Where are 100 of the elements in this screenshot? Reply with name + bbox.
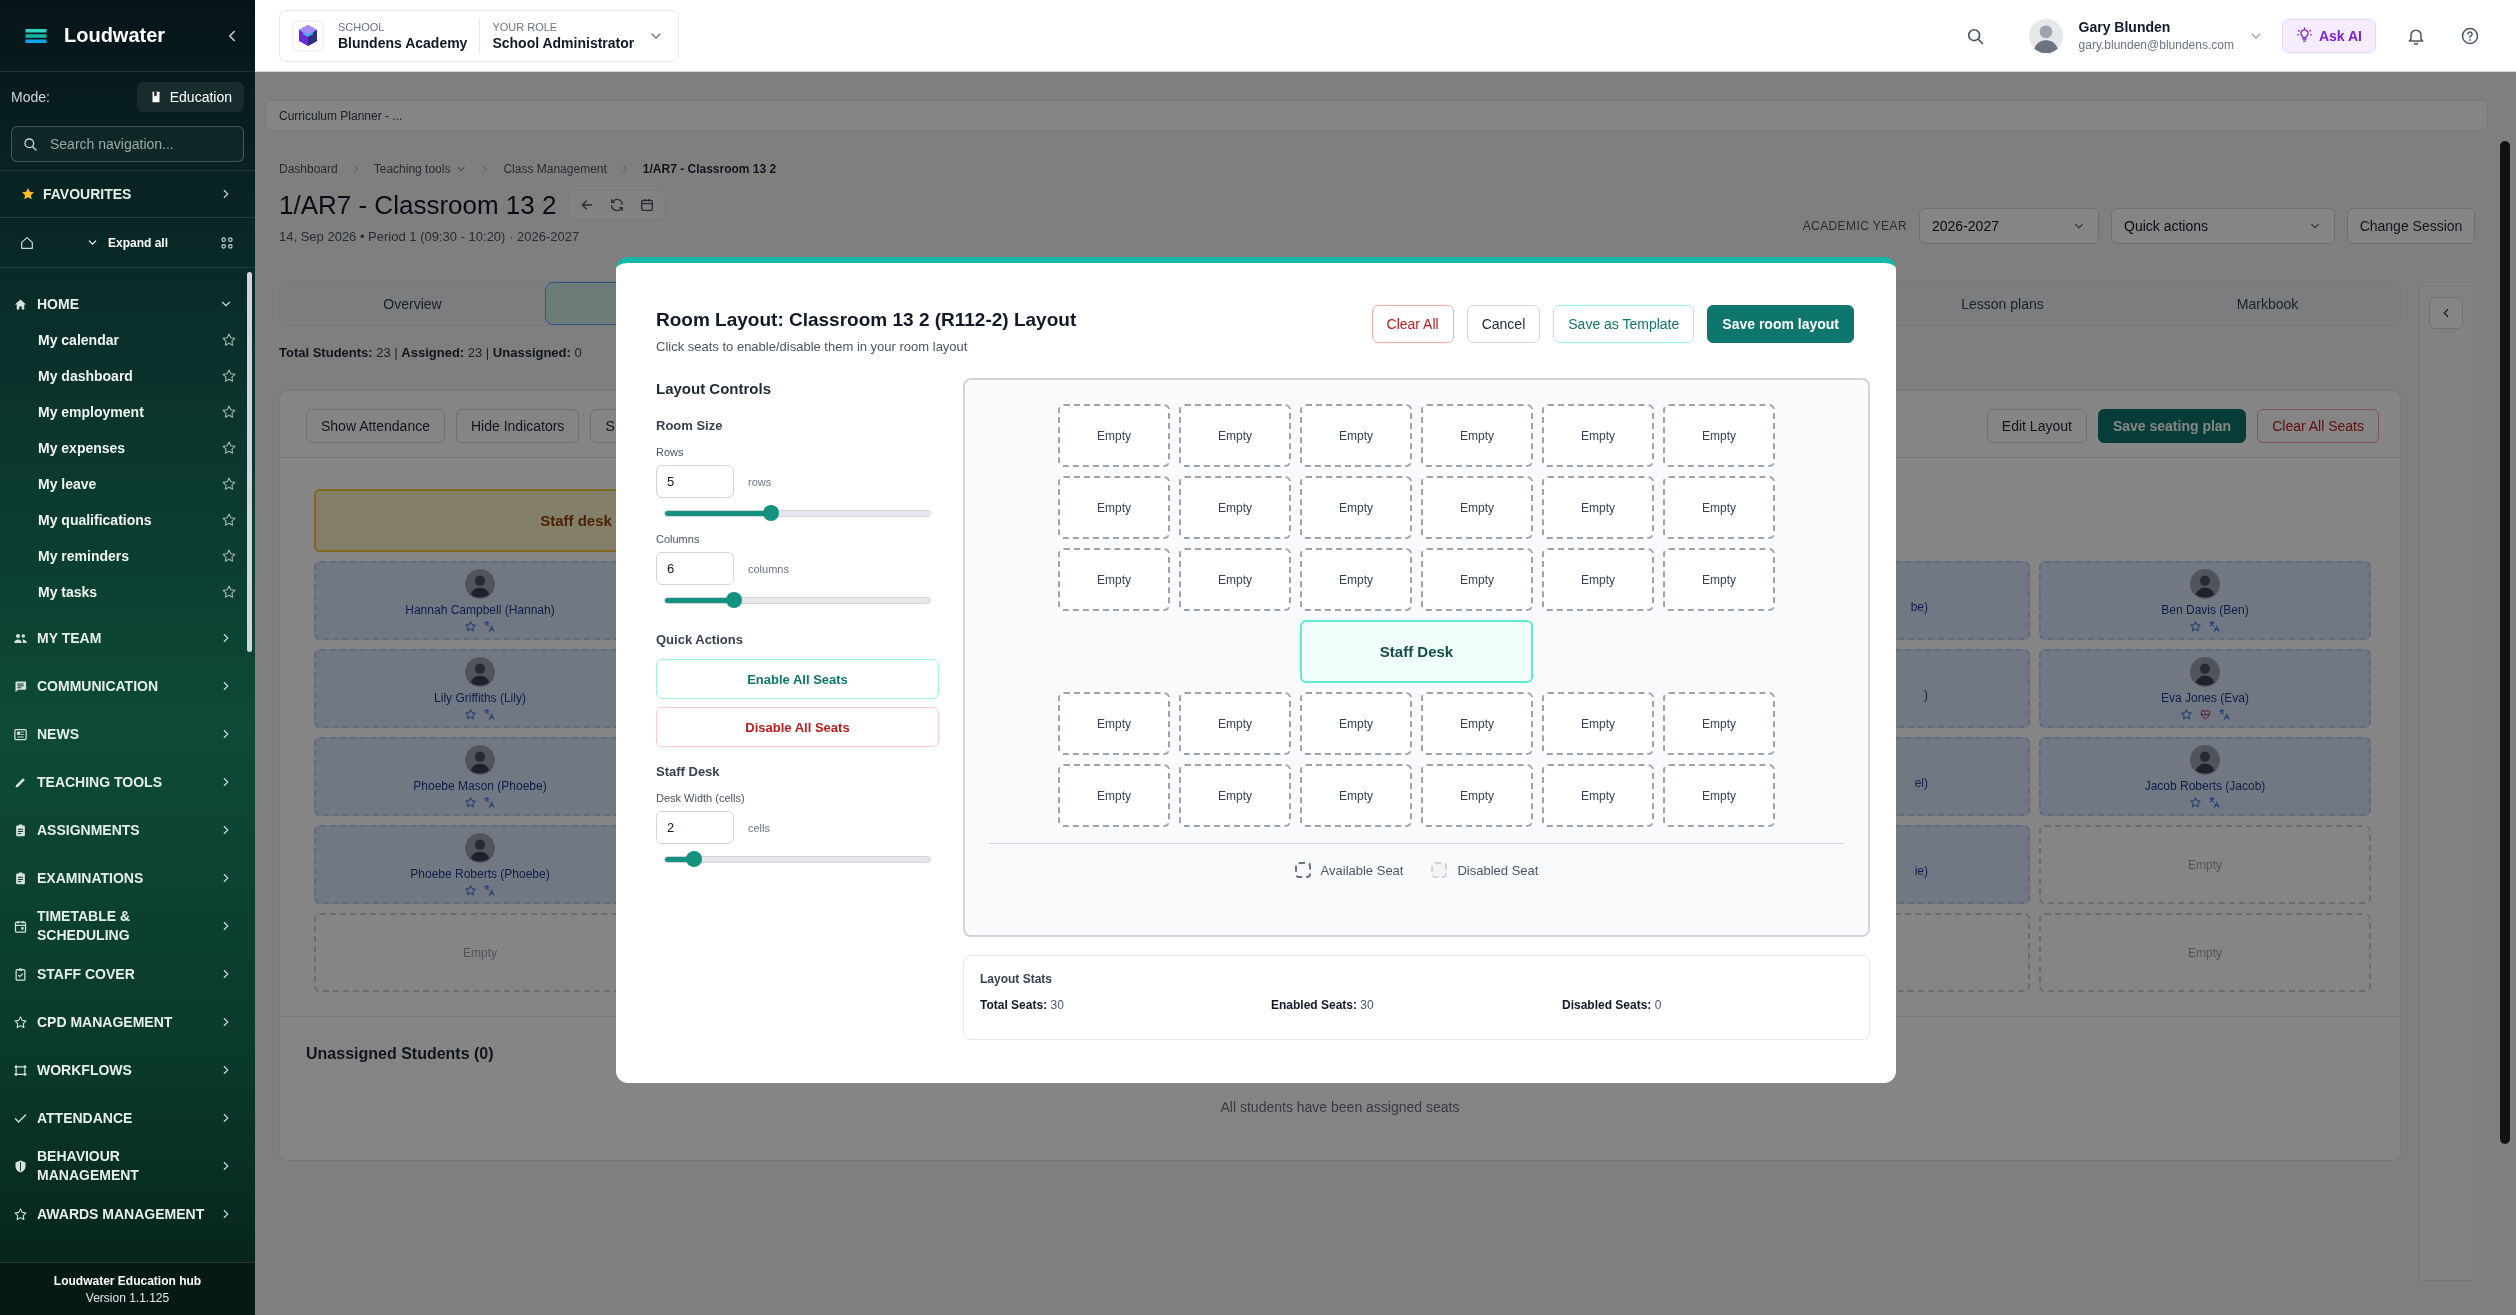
dialog-button[interactable]: Save as Template	[1553, 305, 1695, 343]
mode-button[interactable]: Education	[136, 82, 244, 112]
seat[interactable]: Empty	[1663, 764, 1775, 827]
change-session-button[interactable]: Change Session	[2347, 208, 2475, 244]
star-icon[interactable]	[221, 476, 237, 492]
seat[interactable]: Empty	[1058, 692, 1170, 755]
nav-item[interactable]: My calendar	[38, 332, 119, 348]
seat[interactable]: Empty	[1179, 692, 1291, 755]
calendar-icon[interactable]	[639, 197, 656, 213]
seat[interactable]: Empty	[1542, 764, 1654, 827]
grid-icon[interactable]	[219, 234, 235, 251]
dialog-button[interactable]: Clear All	[1371, 305, 1454, 343]
breadcrumb-link[interactable]: Class Management	[503, 162, 607, 176]
nav-section[interactable]: TIMETABLE & SCHEDULING	[0, 902, 255, 950]
action-button[interactable]: Disable All Seats	[656, 707, 939, 747]
nav-section[interactable]: ASSIGNMENTS	[0, 806, 255, 854]
action-button[interactable]: Enable All Seats	[656, 659, 939, 699]
seat[interactable]: Empty	[1300, 404, 1412, 467]
seat[interactable]: Empty	[1542, 692, 1654, 755]
nav-section[interactable]: MY TEAM	[0, 614, 255, 662]
toolbar-button[interactable]: Hide Indicators	[456, 409, 580, 443]
nav-section[interactable]: ATTENDANCE	[0, 1094, 255, 1142]
staff-desk[interactable]: Staff Desk	[1300, 620, 1533, 683]
nav-item[interactable]: My employment	[38, 404, 144, 420]
expand-all-button[interactable]: Expand all	[80, 231, 174, 254]
seat[interactable]: Empty	[1179, 548, 1291, 611]
home-icon[interactable]	[19, 234, 35, 251]
seat[interactable]: Empty	[1300, 692, 1412, 755]
number-field[interactable]: 5	[656, 465, 734, 498]
seat[interactable]: Empty	[1663, 692, 1775, 755]
star-icon[interactable]	[221, 368, 237, 384]
seat[interactable]: Empty	[1421, 692, 1533, 755]
star-icon[interactable]	[221, 512, 237, 528]
help-icon[interactable]	[2460, 25, 2480, 46]
star-icon[interactable]	[221, 332, 237, 348]
seat[interactable]: Jacob Roberts (Jacob)	[2039, 737, 2371, 816]
scrollbar[interactable]	[2500, 141, 2510, 1144]
seat[interactable]: Empty	[1179, 404, 1291, 467]
slider-thumb[interactable]	[763, 505, 779, 521]
tab[interactable]: Markbook	[2135, 282, 2400, 325]
breadcrumb-link[interactable]: Dashboard	[279, 162, 338, 176]
seat[interactable]: Empty	[1179, 476, 1291, 539]
refresh-icon[interactable]	[609, 197, 626, 213]
avatar[interactable]	[2028, 18, 2063, 53]
info-bar[interactable]: Curriculum Planner - ...	[265, 100, 2488, 131]
nav-section[interactable]: CPD MANAGEMENT	[0, 998, 255, 1046]
seat[interactable]: Empty	[1542, 548, 1654, 611]
seat[interactable]: Empty	[1300, 548, 1412, 611]
quick-actions-select[interactable]: Quick actions	[2111, 208, 2335, 244]
tab[interactable]: Overview	[280, 282, 545, 325]
dialog-button[interactable]: Cancel	[1466, 305, 1541, 343]
nav-item[interactable]: My leave	[38, 476, 97, 492]
nav-section[interactable]: STAFF COVER	[0, 950, 255, 998]
seat[interactable]: Empty	[1542, 476, 1654, 539]
scrollbar[interactable]	[247, 272, 252, 652]
school-selector[interactable]: SCHOOL Blundens Academy YOUR ROLE School Administrator	[279, 9, 680, 62]
nav-item[interactable]: My dashboard	[38, 368, 133, 384]
toolbar-button[interactable]: Clear All Seats	[2257, 409, 2379, 443]
seat[interactable]: Empty	[1300, 764, 1412, 827]
star-icon[interactable]	[221, 548, 237, 564]
seat[interactable]: Empty	[1421, 764, 1533, 827]
seat[interactable]: Empty	[1421, 404, 1533, 467]
seat[interactable]: Empty	[1542, 404, 1654, 467]
nav-section[interactable]: NEWS	[0, 710, 255, 758]
star-icon[interactable]	[221, 584, 237, 600]
nav-section[interactable]: TEACHING TOOLS	[0, 758, 255, 806]
nav-section[interactable]: HOME	[0, 280, 255, 328]
toolbar-button[interactable]: Edit Layout	[1986, 409, 2087, 443]
seat[interactable]: Empty	[1058, 548, 1170, 611]
number-field[interactable]: 6	[656, 552, 734, 585]
seat[interactable]: Empty	[1179, 764, 1291, 827]
nav-section[interactable]: BEHAVIOUR MANAGEMENT	[0, 1142, 255, 1190]
nav-section[interactable]: EXAMINATIONS	[0, 854, 255, 902]
nav-section[interactable]: WORKFLOWS	[0, 1046, 255, 1094]
nav-item[interactable]: My reminders	[38, 548, 130, 564]
nav-section[interactable]: COMMUNICATION	[0, 662, 255, 710]
nav-item[interactable]: My qualifications	[38, 512, 152, 528]
seat[interactable]: Empty	[1663, 404, 1775, 467]
seat[interactable]: Empty	[1058, 404, 1170, 467]
seat[interactable]: Empty	[1663, 548, 1775, 611]
seat[interactable]: Empty	[1421, 548, 1533, 611]
seat[interactable]: Ben Davis (Ben)	[2039, 561, 2371, 640]
star-icon[interactable]	[221, 404, 237, 420]
seat[interactable]: Empty	[1058, 764, 1170, 827]
seat[interactable]: Empty	[1058, 476, 1170, 539]
toolbar-button[interactable]: Show Attendance	[306, 409, 445, 443]
nav-item[interactable]: My expenses	[38, 440, 126, 456]
ask-ai-button[interactable]: Ask AI	[2281, 18, 2376, 53]
seat[interactable]: Eva Jones (Eva)	[2039, 649, 2371, 728]
breadcrumb-dropdown[interactable]: Teaching tools	[373, 162, 468, 176]
favourites-row[interactable]: FAVOURITES	[0, 170, 255, 218]
slider-thumb[interactable]	[725, 592, 742, 608]
nav-item[interactable]: My tasks	[38, 584, 98, 600]
seat[interactable]: Empty	[1300, 476, 1412, 539]
slider-thumb[interactable]	[686, 851, 703, 867]
nav-section[interactable]: AWARDS MANAGEMENT	[0, 1190, 255, 1238]
academic-year-select[interactable]: 2026-2027	[1919, 208, 2099, 244]
dialog-button[interactable]: Save room layout	[1707, 305, 1854, 343]
star-icon[interactable]	[221, 440, 237, 456]
seat[interactable]: Empty	[1663, 476, 1775, 539]
